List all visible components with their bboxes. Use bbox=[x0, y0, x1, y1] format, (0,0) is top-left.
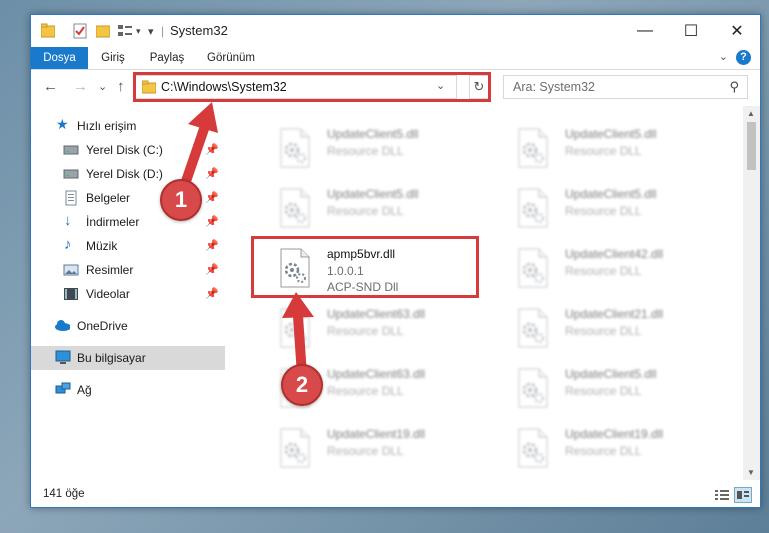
step2-badge: 2 bbox=[281, 364, 323, 406]
annotation-overlay bbox=[178, 102, 314, 380]
step1-arrow-head bbox=[188, 102, 218, 133]
step2-arrow-head bbox=[282, 292, 314, 318]
step1-badge: 1 bbox=[160, 179, 202, 221]
